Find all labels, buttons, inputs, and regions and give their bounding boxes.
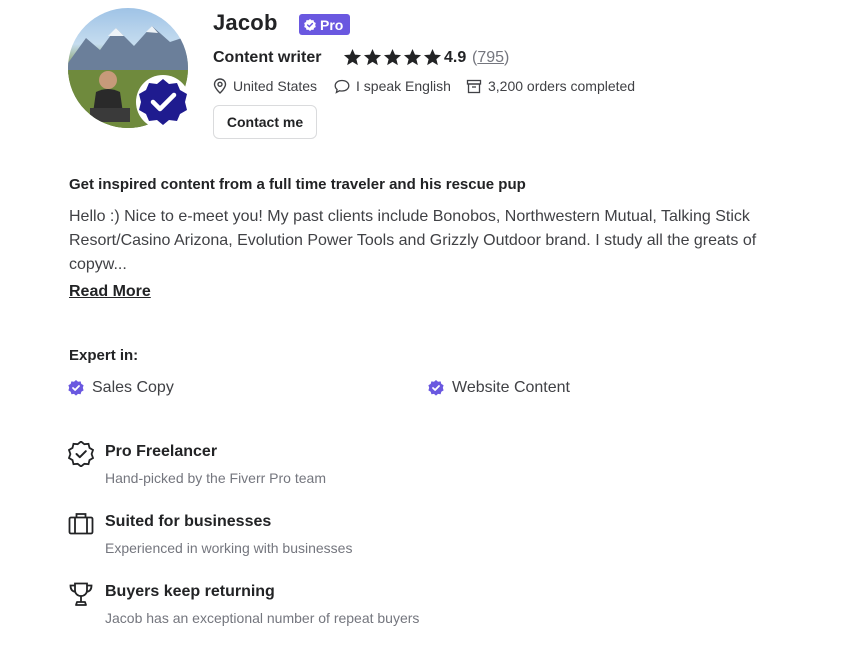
feature-title: Suited for businesses	[105, 513, 272, 530]
feature-title: Buyers keep returning	[105, 583, 275, 600]
skill-item: Sales Copy	[68, 379, 174, 397]
language-text: I speak English	[356, 78, 451, 94]
avatar-wrapper	[68, 8, 190, 130]
star-icon	[383, 48, 402, 66]
verified-badge-icon	[68, 441, 94, 467]
pro-badge-label: Pro	[320, 16, 344, 33]
profile-bio: Hello :) Nice to e-meet you! My past cli…	[69, 208, 757, 273]
orders-text: 3,200 orders completed	[488, 78, 636, 94]
feature-title: Pro Freelancer	[105, 443, 218, 460]
verified-check-icon	[68, 380, 84, 396]
location-text: United States	[233, 78, 318, 94]
star-icon	[343, 48, 362, 66]
expert-in-label: Expert in:	[69, 347, 139, 364]
box-icon	[466, 79, 482, 93]
briefcase-icon	[68, 513, 94, 535]
reviews-count[interactable]: 795	[477, 49, 504, 66]
verified-badge-icon	[136, 75, 190, 129]
language: I speak English	[334, 78, 451, 94]
orders: 3,200 orders completed	[466, 78, 635, 94]
feature-description: Hand-picked by the Fiverr Pro team	[105, 470, 326, 486]
pro-badge: Pro	[299, 14, 351, 35]
skill-label: Sales Copy	[92, 379, 174, 396]
star-icon	[363, 48, 382, 66]
feature-description: Experienced in working with businesses	[105, 540, 353, 556]
location: United States	[213, 78, 317, 94]
speech-bubble-icon	[334, 79, 350, 94]
skill-label: Website Content	[452, 379, 570, 396]
rating-value: 4.9	[444, 49, 467, 66]
verified-check-icon	[428, 380, 444, 396]
feature-description: Jacob has an exceptional number of repea…	[105, 610, 420, 626]
star-icon	[423, 48, 442, 66]
skill-item: Website Content	[428, 379, 570, 397]
star-rating	[343, 48, 442, 67]
location-pin-icon	[213, 78, 227, 94]
profile-headline: Get inspired content from a full time tr…	[69, 176, 526, 193]
read-more-link[interactable]: Read More	[69, 283, 151, 301]
pro-check-icon	[304, 18, 316, 31]
contact-me-button[interactable]: Contact me	[213, 105, 317, 139]
trophy-icon	[69, 582, 93, 606]
star-icon	[403, 48, 422, 66]
profile-title: Content writer	[213, 49, 322, 66]
profile-name[interactable]: Jacob	[213, 10, 278, 36]
reviews-count-link[interactable]: (795)	[472, 49, 509, 67]
